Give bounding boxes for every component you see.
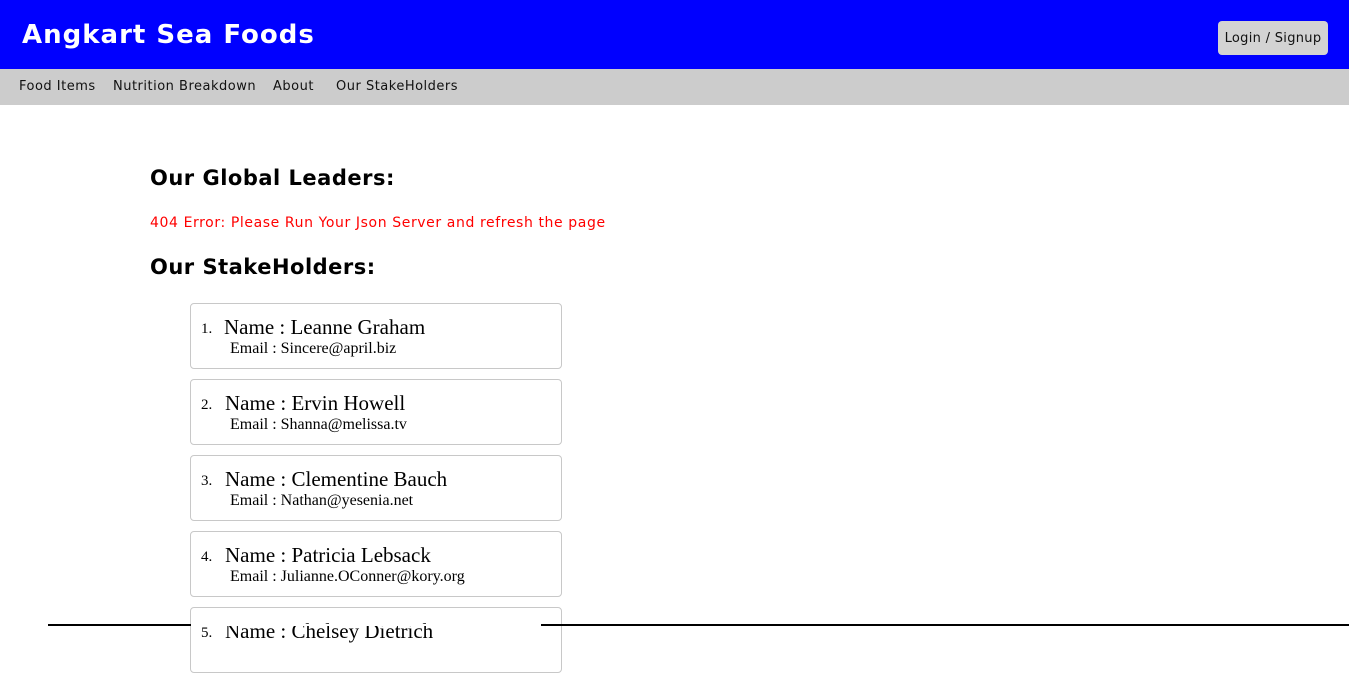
stakeholder-card: 1. Name : Leanne Graham Email : Sincere@… <box>190 303 562 369</box>
stakeholder-card: 3. Name : Clementine Bauch Email : Natha… <box>190 455 562 521</box>
stakeholder-name: Name : Chelsey Dietrich <box>225 619 434 643</box>
login-signup-button[interactable]: Login / Signup <box>1218 21 1328 55</box>
nav-item-nutrition-breakdown[interactable]: Nutrition Breakdown <box>113 79 256 94</box>
top-header: Angkart Sea Foods Login / Signup <box>0 0 1349 69</box>
leaders-heading: Our Global Leaders: <box>150 166 395 190</box>
brand-title[interactable]: Angkart Sea Foods <box>22 19 315 51</box>
stakeholders-heading: Our StakeHolders: <box>150 255 376 279</box>
main-nav: Food Items Nutrition Breakdown About Our… <box>0 69 1349 105</box>
stakeholder-email: Email : Sincere@april.biz <box>230 340 397 357</box>
stakeholder-card: 5. Name : Chelsey Dietrich <box>190 607 562 673</box>
stakeholder-card: 4. Name : Patricia Lebsack Email : Julia… <box>190 531 562 597</box>
stakeholder-name: Name : Ervin Howell <box>225 391 406 415</box>
list-number: 2. <box>201 397 213 413</box>
error-message: 404 Error: Please Run Your Json Server a… <box>150 215 606 231</box>
stakeholder-name: Name : Clementine Bauch <box>225 467 448 491</box>
stakeholder-card: 2. Name : Ervin Howell Email : Shanna@me… <box>190 379 562 445</box>
nav-item-our-stakeholders[interactable]: Our StakeHolders <box>336 79 458 94</box>
list-number: 3. <box>201 473 213 489</box>
stakeholder-email: Email : Julianne.OConner@kory.org <box>230 568 465 585</box>
nav-item-food-items[interactable]: Food Items <box>19 79 96 94</box>
list-number: 4. <box>201 549 213 565</box>
stakeholder-email: Email : Shanna@melissa.tv <box>230 416 407 433</box>
stakeholders-list: 1. Name : Leanne Graham Email : Sincere@… <box>190 303 562 683</box>
stakeholder-name: Name : Leanne Graham <box>224 315 426 339</box>
stakeholder-name: Name : Patricia Lebsack <box>225 543 431 567</box>
nav-item-about[interactable]: About <box>273 79 314 94</box>
stakeholder-email: Email : Nathan@yesenia.net <box>230 492 414 509</box>
list-number: 1. <box>201 321 213 337</box>
list-number: 5. <box>201 625 213 641</box>
